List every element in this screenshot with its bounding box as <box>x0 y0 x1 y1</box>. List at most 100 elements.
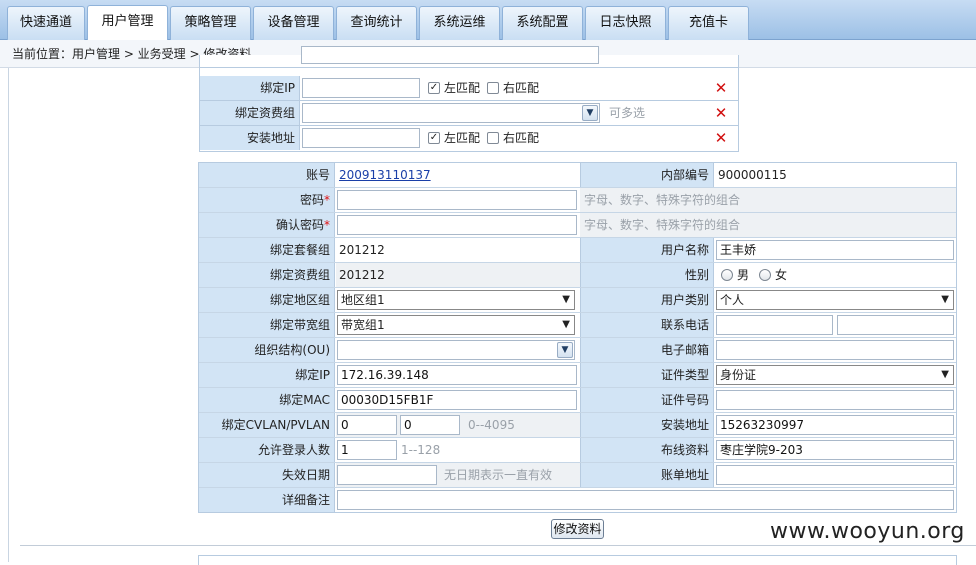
account-cell: 200913110137 <box>336 163 580 187</box>
filter-conditions-table: 绑定IP ✓ 左匹配 右匹配 ✕ 绑定资费组 ▼ 可多选 ✕ 安装地址 ✓ 左匹… <box>199 46 739 152</box>
expire-date-label: 失效日期 <box>199 463 335 487</box>
next-section-box <box>198 555 957 565</box>
divider <box>20 545 976 546</box>
tab-policy-management[interactable]: 策略管理 <box>170 6 251 40</box>
confirm-password-input[interactable] <box>337 215 577 235</box>
tab-query-stats[interactable]: 查询统计 <box>336 6 417 40</box>
bill-addr-cell <box>715 463 956 487</box>
expire-date-hint: 无日期表示一直有效 <box>444 468 553 482</box>
tab-user-management[interactable]: 用户管理 <box>87 5 168 41</box>
password-label: 密码* <box>199 188 335 212</box>
filter-bind-ip-left-match-label: 左匹配 <box>444 81 481 95</box>
account-label: 账号 <box>199 163 335 187</box>
filter-install-addr-input[interactable] <box>302 128 420 148</box>
phone-input-1[interactable] <box>716 315 833 335</box>
region-group-select[interactable]: 地区组1 ▼ <box>337 290 575 310</box>
bind-ip-label: 绑定IP <box>199 363 335 387</box>
max-logins-input[interactable]: 1 <box>337 440 397 460</box>
chevron-down-icon[interactable]: ▼ <box>582 105 598 121</box>
org-unit-label: 组织结构(OU) <box>199 338 335 362</box>
filter-fee-group-label: 绑定资费组 <box>200 101 300 125</box>
remarks-input[interactable] <box>337 490 954 510</box>
filter-bind-ip-input[interactable] <box>302 78 420 98</box>
user-type-label: 用户类别 <box>580 288 714 312</box>
tab-quick-access[interactable]: 快速通道 <box>7 6 85 40</box>
form-row-12: 允许登录人数 1 1--128 布线资料 枣庄学院9-203 <box>199 438 956 463</box>
filter-bind-ip-right-match-checkbox[interactable] <box>487 82 499 94</box>
cvlan-input[interactable]: 0 <box>337 415 397 435</box>
delete-fee-group-filter-icon[interactable]: ✕ <box>712 103 730 123</box>
bind-ip-input[interactable]: 172.16.39.148 <box>337 365 577 385</box>
filter-bind-ip-right-match-label: 右匹配 <box>503 81 540 95</box>
bill-addr-label: 账单地址 <box>580 463 714 487</box>
account-link[interactable]: 200913110137 <box>339 163 431 187</box>
phone-label: 联系电话 <box>580 313 714 337</box>
filter-install-addr-left-match-checkbox[interactable]: ✓ <box>428 132 440 144</box>
package-group-cell: 201212 <box>336 238 580 262</box>
form-row-6: 绑定地区组 地区组1 ▼ 用户类别 个人 ▼ <box>199 288 956 313</box>
confirm-password-hint-cell: 字母、数字、特殊字符的组合 <box>580 213 956 237</box>
wiring-info-cell: 枣庄学院9-203 <box>715 438 956 462</box>
filter-install-addr-left-match-label: 左匹配 <box>444 131 481 145</box>
id-type-select[interactable]: 身份证 ▼ <box>716 365 954 385</box>
form-row-13: 失效日期 无日期表示一直有效 账单地址 <box>199 463 956 488</box>
watermark-text: www.wooyun.org <box>770 519 965 544</box>
dropdown-arrow-icon: ▼ <box>941 294 949 305</box>
filter-fee-group-hint: 可多选 <box>609 106 646 120</box>
filter-bind-ip-left-match-checkbox[interactable]: ✓ <box>428 82 440 94</box>
tab-log-snapshot[interactable]: 日志快照 <box>585 6 666 40</box>
max-logins-cell: 1 1--128 <box>336 438 580 462</box>
tab-system-config[interactable]: 系统配置 <box>502 6 583 40</box>
filter-row-bind-ip: 绑定IP ✓ 左匹配 右匹配 ✕ <box>200 76 738 101</box>
user-edit-form: 账号 200913110137 内部编号 900000115 密码* 字母、数字… <box>198 162 957 513</box>
form-row-4: 绑定套餐组 201212 用户名称 王丰娇 <box>199 238 956 263</box>
filter-cutoff-input[interactable] <box>301 46 599 64</box>
password-hint: 字母、数字、特殊字符的组合 <box>584 193 741 207</box>
phone-input-2[interactable] <box>837 315 954 335</box>
id-type-cell: 身份证 ▼ <box>715 363 956 387</box>
form-row-11: 绑定CVLAN/PVLAN 0 0 0--4095 安装地址 152632309… <box>199 413 956 438</box>
org-unit-cell: ▼ <box>336 338 580 362</box>
gender-female-radio[interactable] <box>759 269 771 281</box>
pvlan-input[interactable]: 0 <box>400 415 460 435</box>
delete-install-addr-filter-icon[interactable]: ✕ <box>712 128 730 148</box>
tab-recharge-card[interactable]: 充值卡 <box>668 6 749 40</box>
bandwidth-group-select[interactable]: 带宽组1 ▼ <box>337 315 575 335</box>
password-input[interactable] <box>337 190 577 210</box>
email-label: 电子邮箱 <box>580 338 714 362</box>
wiring-info-input[interactable]: 枣庄学院9-203 <box>716 440 954 460</box>
internal-no-value: 900000115 <box>718 168 787 182</box>
filter-install-addr-right-match-checkbox[interactable] <box>487 132 499 144</box>
bill-addr-input[interactable] <box>716 465 954 485</box>
wiring-info-label: 布线资料 <box>580 438 714 462</box>
user-type-select[interactable]: 个人 ▼ <box>716 290 954 310</box>
email-input[interactable] <box>716 340 954 360</box>
chevron-down-icon[interactable]: ▼ <box>557 342 573 358</box>
confirm-password-label: 确认密码* <box>199 213 335 237</box>
form-row-2: 密码* 字母、数字、特殊字符的组合 <box>199 188 956 213</box>
modify-profile-button[interactable]: 修改资料 <box>551 519 604 539</box>
top-nav-tabs: 快速通道 用户管理 策略管理 设备管理 查询统计 系统运维 系统配置 日志快照 … <box>0 0 976 41</box>
tab-system-ops[interactable]: 系统运维 <box>419 6 500 40</box>
filter-fee-group-select[interactable]: ▼ <box>302 103 600 123</box>
user-name-label: 用户名称 <box>580 238 714 262</box>
bandwidth-group-cell: 带宽组1 ▼ <box>336 313 580 337</box>
expire-date-input[interactable] <box>337 465 437 485</box>
install-addr-input[interactable]: 15263230997 <box>716 415 954 435</box>
max-logins-hint: 1--128 <box>401 443 441 457</box>
tab-device-management[interactable]: 设备管理 <box>253 6 334 40</box>
user-name-input[interactable]: 王丰娇 <box>716 240 954 260</box>
filter-row-cutoff <box>200 46 738 68</box>
user-name-cell: 王丰娇 <box>715 238 956 262</box>
install-addr-label: 安装地址 <box>580 413 714 437</box>
vlan-hint: 0--4095 <box>468 418 515 432</box>
id-number-input[interactable] <box>716 390 954 410</box>
org-unit-select[interactable]: ▼ <box>337 340 575 360</box>
bind-mac-input[interactable]: 00030D15FB1F <box>337 390 577 410</box>
password-hint-cell: 字母、数字、特殊字符的组合 <box>580 188 956 212</box>
max-logins-label: 允许登录人数 <box>199 438 335 462</box>
gender-male-radio[interactable] <box>721 269 733 281</box>
delete-bind-ip-filter-icon[interactable]: ✕ <box>712 78 730 98</box>
gender-cell: 男 女 <box>715 263 956 287</box>
user-type-cell: 个人 ▼ <box>715 288 956 312</box>
